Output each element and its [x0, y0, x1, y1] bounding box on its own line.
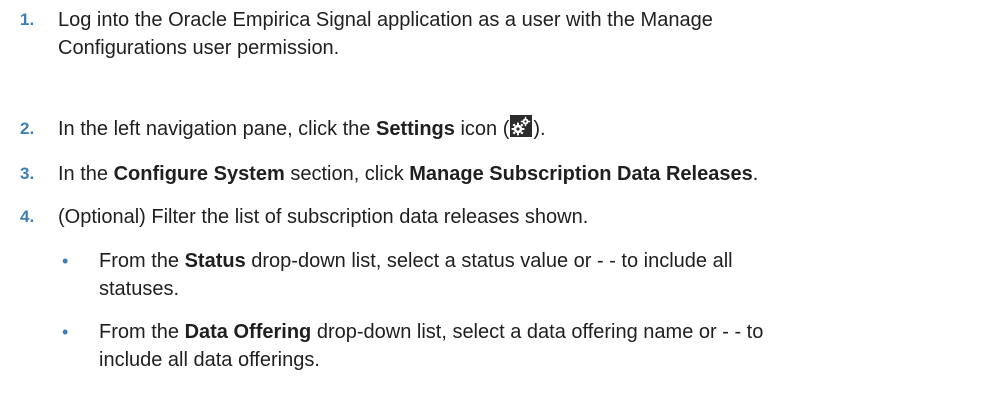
settings-term: Settings — [375, 118, 455, 140]
bullet-text-segment: From the — [99, 321, 185, 343]
bullet-dot: • — [62, 322, 69, 342]
step-number: 3. — [20, 164, 35, 183]
step-text-segment: ). — [533, 118, 546, 140]
step-number: 1. — [20, 10, 35, 29]
bullet-text-segment: From the — [99, 250, 185, 272]
data-offering-term: Data Offering — [184, 321, 312, 343]
procedure-document: 1. Log into the Oracle Empirica Signal a… — [0, 0, 995, 395]
bullet-line: include all data offerings. — [99, 349, 320, 371]
step-text: In the left navigation pane, click the S… — [58, 115, 987, 143]
bullet-dot: • — [62, 251, 69, 271]
step-text-segment: icon ( — [454, 118, 510, 140]
configure-system-term: Configure System — [113, 163, 285, 185]
bullet-line: From the Data Offering drop-down list, s… — [99, 318, 980, 346]
step-line: Configurations user permission. — [58, 37, 340, 59]
bullet-text: From the Status drop-down list, select a… — [99, 247, 980, 303]
bullet-text-segment: drop-down list, select a status value or… — [245, 250, 733, 272]
manage-subscription-term: Manage Subscription Data Releases — [409, 163, 753, 185]
bullet-line: statuses. — [99, 278, 180, 300]
step-text-segment: In the left navigation pane, click the — [58, 118, 376, 140]
step-text-segment: In the — [58, 163, 114, 185]
settings-gear-icon — [510, 115, 533, 137]
step-text-segment: section, click — [284, 163, 410, 185]
bullet-text-segment: drop-down list, select a data offering n… — [311, 321, 764, 343]
step-text: (Optional) Filter the list of subscripti… — [58, 206, 589, 228]
bullet-text: From the Data Offering drop-down list, s… — [99, 318, 980, 374]
step-line: Log into the Oracle Empirica Signal appl… — [58, 9, 713, 31]
step-text: In the Configure System section, click M… — [58, 160, 987, 188]
step-number: 2. — [20, 119, 35, 138]
status-term: Status — [184, 250, 246, 272]
step-text: Log into the Oracle Empirica Signal appl… — [58, 6, 987, 62]
step-number: 4. — [20, 207, 35, 226]
step-text-segment: . — [752, 163, 759, 185]
bullet-line: From the Status drop-down list, select a… — [99, 247, 980, 275]
